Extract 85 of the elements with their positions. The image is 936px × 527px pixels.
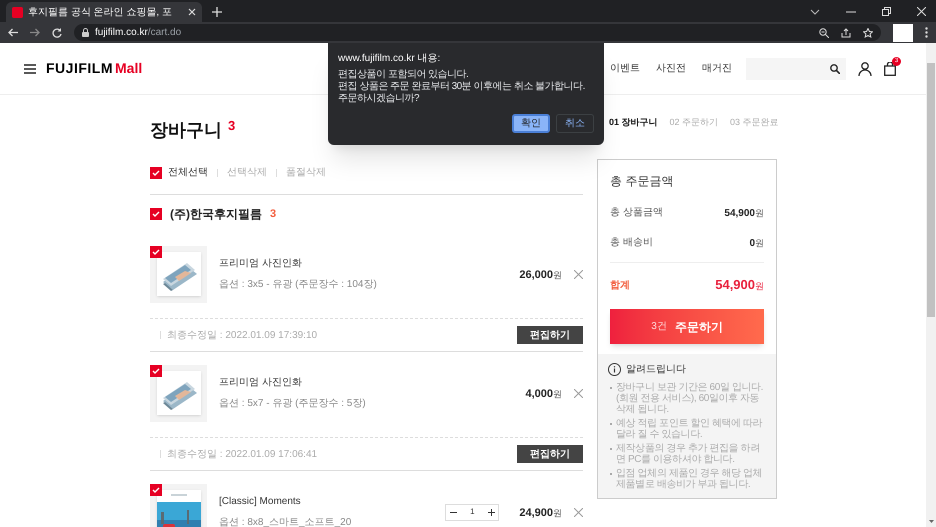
product-option: 옵션 : 8x8_스마트_소프트_20 [219,515,352,527]
product-name[interactable]: 프리미엄 사진인화 [219,256,377,271]
scroll-down-icon[interactable] [928,520,934,523]
edit-button[interactable]: 편집하기 [517,445,583,463]
step-label: 02 주문하기 [670,116,718,130]
dialog-title: www.fujifilm.co.kr 내용: [338,52,442,66]
seller-name: (주)한국후지필름 [170,206,262,223]
checkbox[interactable] [150,166,162,178]
remove-icon[interactable] [574,508,583,516]
check-icon [152,248,160,254]
product-option: 옵션 : 5x7 - 유광 (주문장수 : 5장) [219,396,366,411]
total-label: 합계 [610,278,630,292]
reload-icon[interactable] [52,28,62,38]
product-name[interactable]: 프리미엄 사진인화 [219,375,366,390]
select-all-label[interactable]: 전체선택 [168,165,208,180]
minimize-icon[interactable] [846,10,856,12]
user-icon[interactable] [858,62,872,76]
plus-icon[interactable] [212,7,222,17]
cart-count: 3 [228,119,236,133]
seller-count: 3 [270,206,276,222]
step-label: 01 장바구니 [609,116,658,130]
check-icon [152,211,160,217]
remove-icon[interactable] [574,388,583,398]
dialog-message: 편집 상품은 주문 완료부터 30분 이후에는 취소 불가합니다. [338,81,586,93]
scrollbar-thumb[interactable] [927,63,935,317]
check-icon [152,486,160,492]
checkbox[interactable] [150,484,162,496]
summary-value: 0원 [749,237,764,251]
dialog-button[interactable]: 확인 [512,114,550,133]
remove-icon[interactable] [574,270,583,278]
dialog-message: 주문하시겠습니까? [338,93,420,105]
fujifilm-mall-logo[interactable]: FUJIFILM Mall [46,58,142,79]
product-name[interactable]: [Classic] Moments [219,494,352,509]
favicon-icon [12,6,23,18]
search-icon[interactable] [830,64,840,74]
page-title: 장바구니 [150,119,222,141]
close-icon[interactable] [917,7,926,16]
zoom-icon[interactable] [819,28,829,38]
restore-icon[interactable] [882,7,891,16]
check-icon [152,170,160,176]
menu-icon[interactable] [24,64,36,74]
checkbox[interactable] [150,246,162,258]
summary-label: 총 배송비 [610,236,653,250]
profile-button[interactable] [893,24,913,42]
notice-text: 장바구니 보관 기간은 60일 입니다. (회원 전용 서비스), 60일이후 자동 삭제 됩니다. [616,382,764,415]
nav-link[interactable]: 매거진 [702,61,732,76]
summary-value: 54,900원 [724,207,764,221]
summary-title: 총 주문금액 [610,173,674,190]
nav-link[interactable]: 이벤트 [610,61,640,76]
checkbox[interactable] [150,208,162,220]
modified-date: 최종수정일 : 2022.01.09 17:06:41 [167,448,318,462]
notice-title: 알려드립니다 [626,363,686,377]
lock-icon [82,28,89,37]
search-field[interactable] [746,58,846,80]
step-label: 03 주문완료 [730,116,779,130]
menu-icon[interactable] [925,27,928,38]
total-value: 54,900원 [715,276,764,294]
dialog-message: 편집상품이 포함되어 있습니다. [338,69,470,81]
back-icon[interactable] [8,28,18,37]
notice-text: 제작상품의 경우 추가 편집을 하려면 PC를 이용하셔야 합니다. [616,443,761,465]
share-icon[interactable] [841,28,851,38]
product-price: 4,000원 [525,387,562,402]
checkbox[interactable] [150,364,162,376]
notice-text: 예상 적립 포인트 할인 혜택에 따라 달라 질 수 있습니다. [616,418,764,440]
dialog-button[interactable]: 취소 [556,114,594,133]
url-text: fujifilm.co.kr/cart.do [95,26,182,40]
product-price: 26,000원 [519,268,562,283]
info-icon [608,363,621,376]
notice-text: 입점 업체의 제품인 경우 해당 업체 제품별로 배송비가 부과 됩니다. [616,468,764,490]
summary-label: 총 상품금액 [610,206,663,220]
chevron-down-icon[interactable] [810,8,820,14]
nav-link[interactable]: 사진전 [656,61,686,76]
forward-icon[interactable] [30,28,40,37]
shopping-bag-icon[interactable] [884,62,896,76]
close-icon[interactable] [188,8,196,16]
star-icon[interactable] [863,28,873,38]
modified-date: 최종수정일 : 2022.01.09 17:39:10 [167,328,318,342]
product-option: 옵션 : 3x5 - 유광 (주문장수 : 104장) [219,277,377,292]
product-price: 24,900원 [519,506,562,521]
check-icon [152,368,160,374]
edit-button[interactable]: 편집하기 [517,326,583,344]
browser-tab[interactable]: 후지필름 공식 온라인 쇼핑몰, 포 [6,2,202,22]
tab-title: 후지필름 공식 온라인 쇼핑몰, 포 [28,6,173,20]
plus-icon [488,508,495,516]
address-bar[interactable]: fujifilm.co.kr/cart.do [74,24,881,41]
